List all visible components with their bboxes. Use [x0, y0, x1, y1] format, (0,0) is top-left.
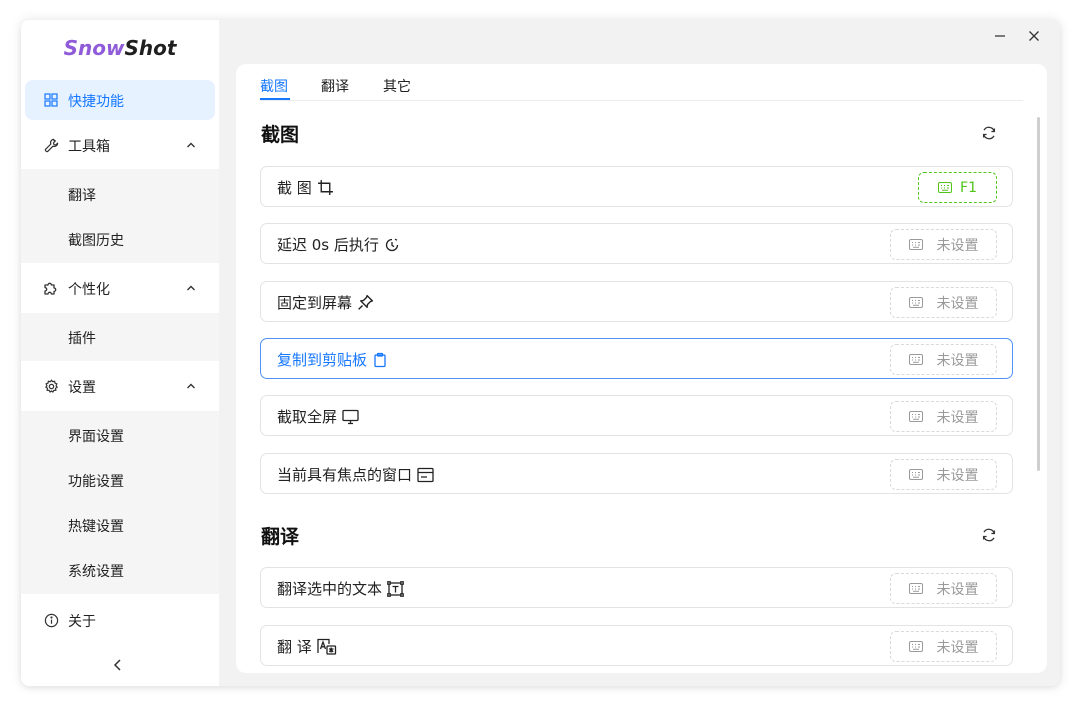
- settings-submenu: 界面设置 功能设置 热键设置 系统设置: [21, 411, 219, 594]
- hotkey-button[interactable]: 未设置: [890, 401, 997, 432]
- sidebar-item-label: 快捷功能: [68, 94, 124, 110]
- sidebar: SnowShot 快捷功能 工具箱 翻译 截图历史 个性化 插件 设置 界面设置…: [21, 20, 219, 686]
- keyboard-icon: [908, 583, 923, 594]
- sidebar-item-label: 工具箱: [68, 139, 110, 155]
- monitor-icon: [342, 409, 359, 424]
- collapse-sidebar-button[interactable]: [109, 656, 127, 674]
- chevron-up-icon: [183, 378, 199, 394]
- shortcut-row-delay[interactable]: 延迟 0s 后执行 未设置: [260, 223, 1013, 264]
- close-icon: [1029, 31, 1039, 41]
- hotkey-button[interactable]: 未设置: [890, 573, 997, 604]
- minimize-button[interactable]: [989, 25, 1011, 47]
- tab-other[interactable]: 其它: [383, 76, 411, 96]
- hotkey-button[interactable]: F1: [918, 172, 997, 203]
- close-button[interactable]: [1023, 25, 1045, 47]
- section-title-screenshot: 截图: [261, 124, 300, 146]
- content-scrollbar[interactable]: [1037, 117, 1040, 471]
- section-title-translate: 翻译: [261, 526, 300, 548]
- chevron-left-icon: [113, 659, 121, 671]
- hotkey-button[interactable]: 未设置: [890, 344, 997, 375]
- sidebar-item-label: 设置: [68, 380, 96, 396]
- shortcut-row-translate[interactable]: 翻 译 未设置: [260, 625, 1013, 666]
- keyboard-icon: [908, 641, 923, 652]
- sidebar-item-toolbox[interactable]: 工具箱: [21, 125, 219, 165]
- tab-active-indicator: [260, 98, 290, 100]
- tab-bar: 截图 翻译 其它: [236, 64, 1047, 102]
- keyboard-icon: [908, 469, 923, 480]
- shortcut-row-focused-window[interactable]: 当前具有焦点的窗口 未设置: [260, 453, 1013, 494]
- grid-icon: [43, 92, 59, 108]
- text-select-icon: [387, 580, 404, 597]
- toolbox-submenu: 翻译 截图历史: [21, 169, 219, 263]
- puzzle-icon: [43, 280, 59, 296]
- keyboard-icon: [908, 297, 923, 308]
- sidebar-item-label: 个性化: [68, 282, 110, 298]
- translate-icon: [317, 638, 336, 655]
- info-icon: [43, 612, 59, 628]
- main-content: 截图 翻译 其它 截图 截 图 F1 延迟 0s 后执行 未设置 固定到屏幕 未…: [236, 64, 1047, 673]
- shortcut-row-translate-selection[interactable]: 翻译选中的文本 未设置: [260, 567, 1013, 608]
- sidebar-item-settings[interactable]: 设置: [21, 366, 219, 406]
- tab-divider: [260, 100, 1023, 101]
- keyboard-icon: [908, 239, 923, 250]
- pin-icon: [358, 294, 374, 310]
- minimize-icon: [995, 35, 1005, 37]
- tab-translate[interactable]: 翻译: [321, 76, 349, 96]
- sidebar-item-label: 关于: [68, 614, 96, 630]
- hotkey-button[interactable]: 未设置: [890, 229, 997, 260]
- chevron-up-icon: [183, 137, 199, 153]
- hotkey-button[interactable]: 未设置: [890, 287, 997, 318]
- sidebar-item-ui-settings[interactable]: 界面设置: [21, 415, 219, 455]
- keyboard-icon: [908, 354, 923, 365]
- shortcut-row-screenshot[interactable]: 截 图 F1: [260, 166, 1013, 207]
- reset-icon[interactable]: [980, 526, 998, 544]
- chevron-up-icon: [183, 280, 199, 296]
- sidebar-item-about[interactable]: 关于: [21, 600, 219, 640]
- sidebar-item-function-settings[interactable]: 功能设置: [21, 460, 219, 500]
- personalize-submenu: 插件: [21, 313, 219, 361]
- wrench-icon: [43, 137, 59, 153]
- clipboard-icon: [374, 352, 386, 367]
- gear-icon: [43, 378, 59, 394]
- sidebar-item-personalize[interactable]: 个性化: [21, 268, 219, 308]
- tab-screenshot[interactable]: 截图: [260, 76, 288, 96]
- sidebar-item-screenshot-history[interactable]: 截图历史: [21, 219, 219, 259]
- crop-icon: [317, 180, 333, 195]
- reset-icon[interactable]: [980, 124, 998, 142]
- shortcut-row-copy-clipboard[interactable]: 复制到剪贴板 未设置: [260, 338, 1013, 379]
- sidebar-item-system-settings[interactable]: 系统设置: [21, 550, 219, 590]
- hotkey-button[interactable]: 未设置: [890, 631, 997, 662]
- app-window: SnowShot 快捷功能 工具箱 翻译 截图历史 个性化 插件 设置 界面设置…: [21, 20, 1060, 686]
- app-logo: SnowShot: [63, 36, 177, 60]
- sidebar-item-shortcuts[interactable]: 快捷功能: [25, 80, 215, 120]
- shortcut-row-fullscreen[interactable]: 截取全屏 未设置: [260, 395, 1013, 436]
- sidebar-item-hotkey-settings[interactable]: 热键设置: [21, 505, 219, 545]
- sidebar-item-plugins[interactable]: 插件: [21, 317, 219, 357]
- keyboard-icon: [938, 182, 953, 193]
- timer-icon: [385, 238, 399, 251]
- keyboard-icon: [908, 411, 923, 422]
- window-icon: [417, 467, 434, 482]
- hotkey-button[interactable]: 未设置: [890, 459, 997, 490]
- sidebar-item-translate[interactable]: 翻译: [21, 174, 219, 214]
- shortcut-row-pin[interactable]: 固定到屏幕 未设置: [260, 281, 1013, 322]
